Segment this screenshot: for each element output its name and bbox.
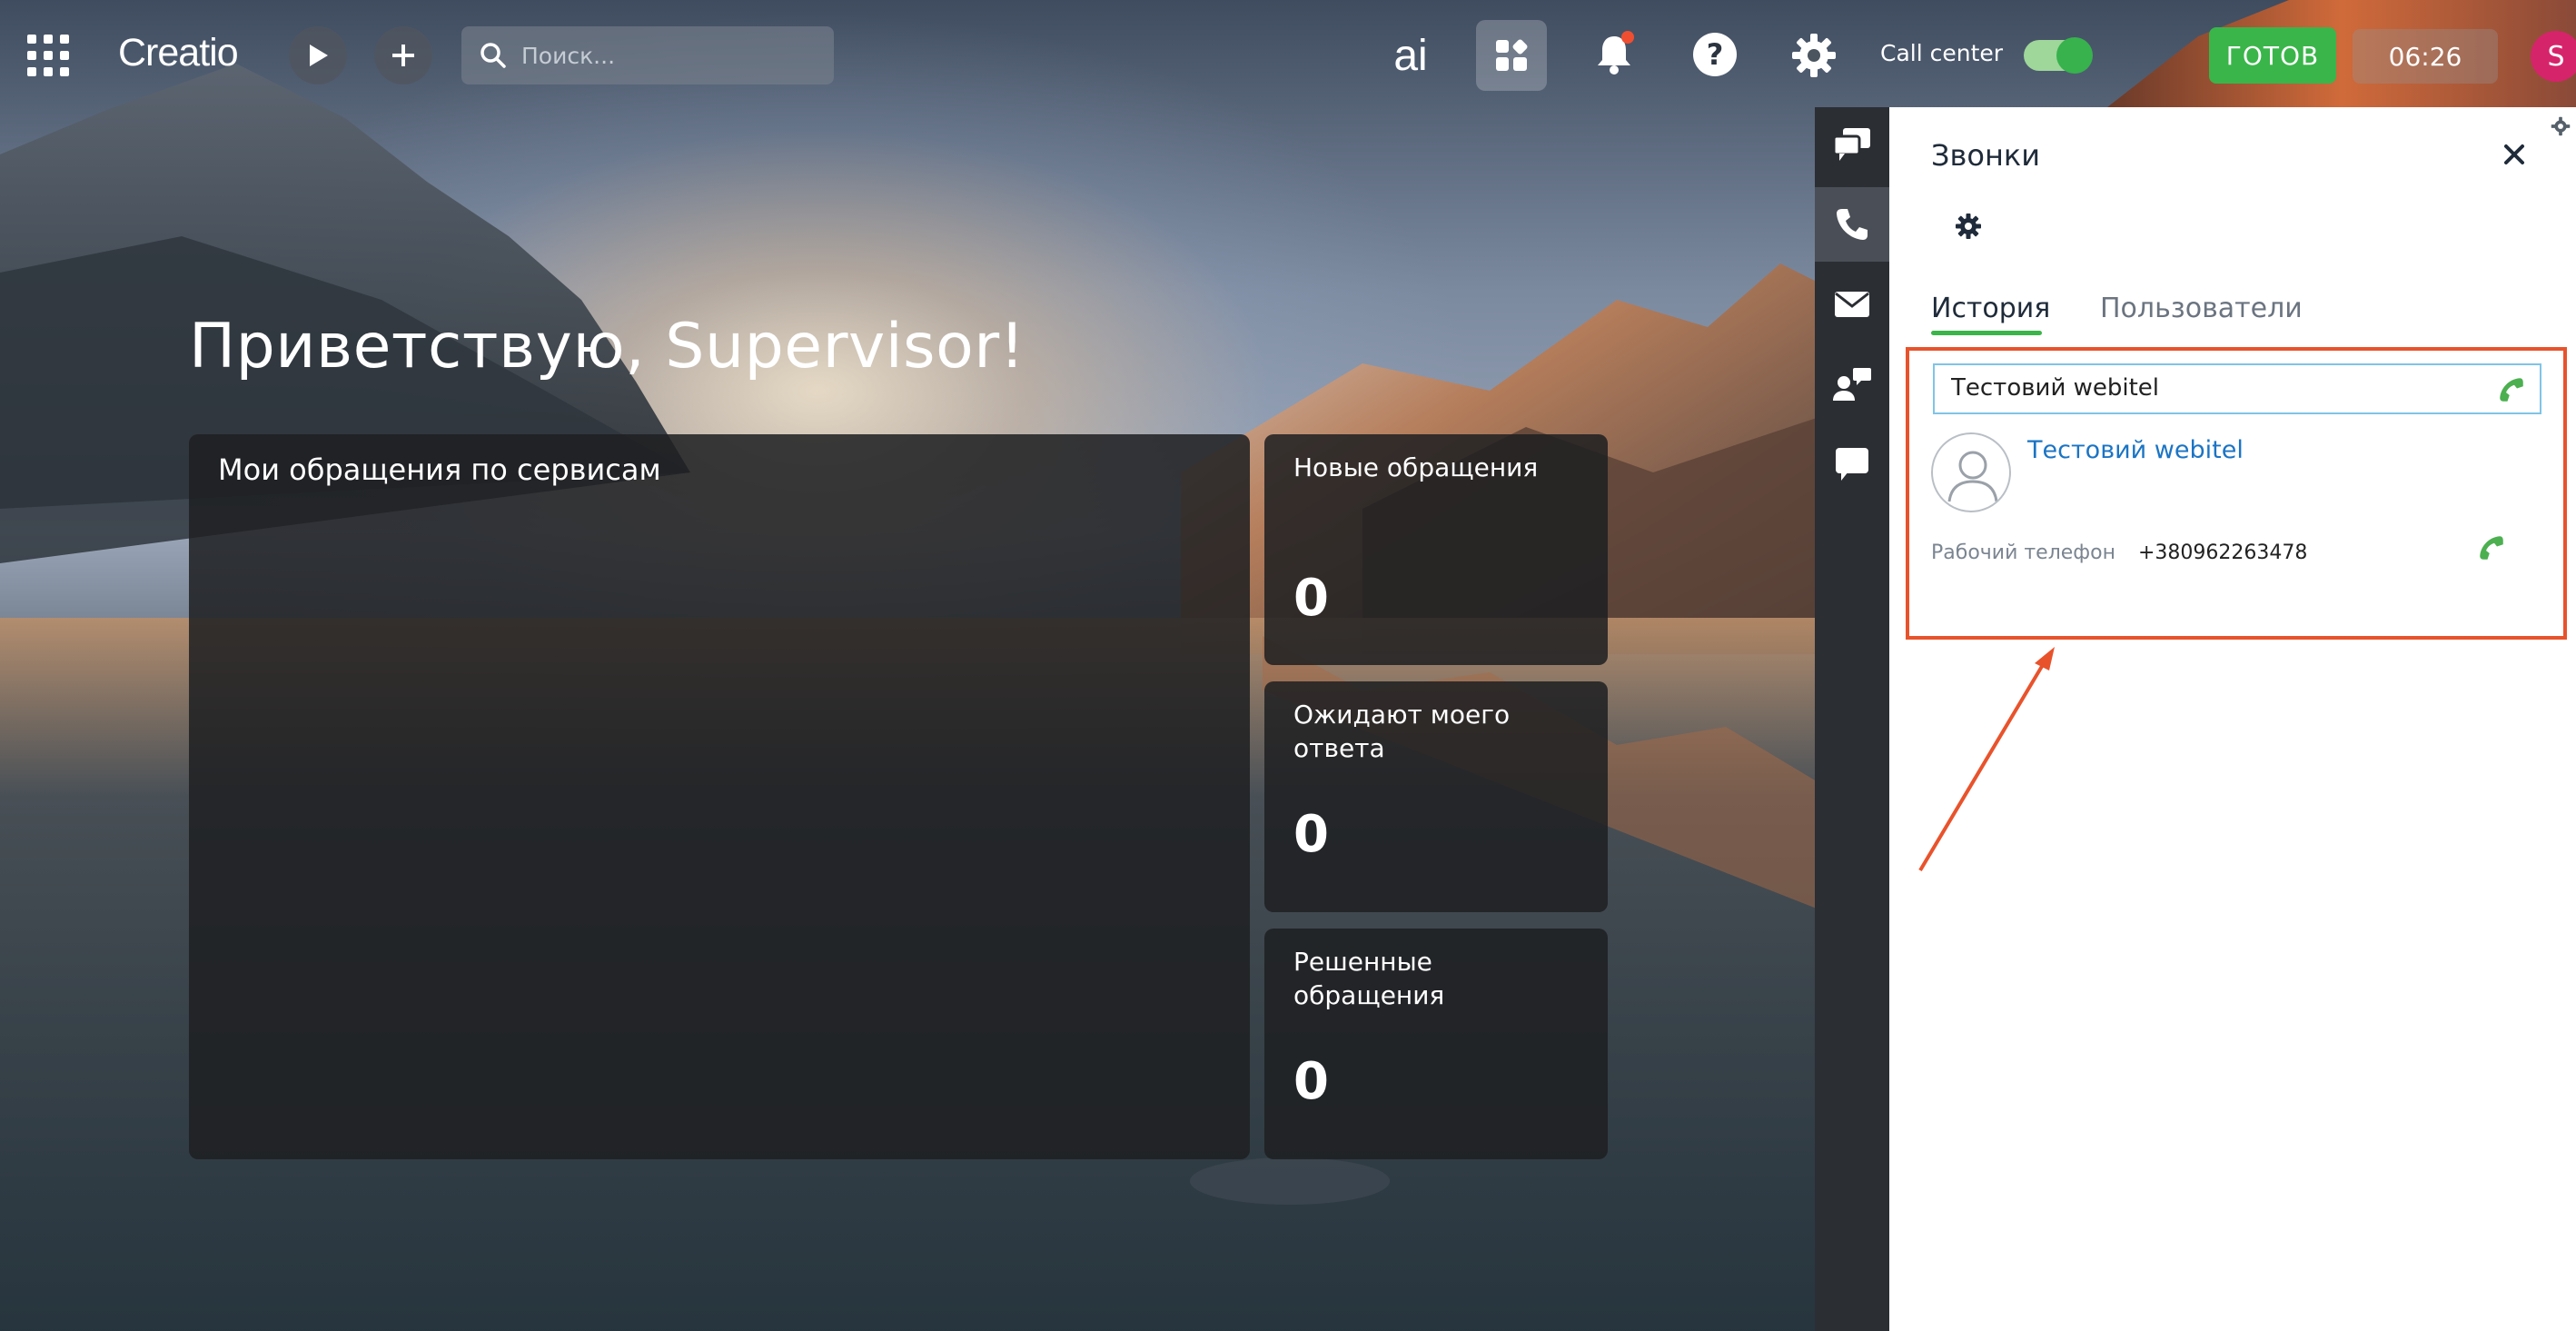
metric-label: Ожидают моего ответа (1293, 700, 1511, 763)
gear-icon (1792, 34, 1836, 77)
close-panel-button[interactable] (2496, 136, 2532, 173)
dashboards-button[interactable] (1476, 20, 1547, 91)
panel-title: Звонки (1931, 138, 2040, 173)
contact-chat-icon (1833, 368, 1871, 401)
add-record-button[interactable] (374, 26, 432, 84)
creatio-logo[interactable]: Creatio (118, 31, 239, 75)
play-icon (310, 45, 328, 66)
panel-settings-button[interactable] (1955, 213, 1982, 240)
metric-awaiting-response[interactable]: Ожидают моего ответа 0 (1264, 681, 1608, 912)
communication-panel-strip (1815, 107, 1889, 1331)
apps-grid-icon[interactable] (25, 33, 71, 78)
status-timer: 06:26 (2353, 29, 2498, 84)
ai-assistant-icon[interactable]: ai (1381, 27, 1441, 84)
gear-icon (1956, 214, 1981, 239)
plus-icon (392, 45, 414, 66)
strip-item-calls[interactable] (1815, 187, 1889, 262)
svg-text:?: ? (1707, 37, 1724, 72)
strip-item-email[interactable] (1815, 267, 1889, 342)
strip-item-chats[interactable] (1815, 107, 1889, 182)
email-icon (1835, 292, 1869, 317)
global-search[interactable] (461, 26, 834, 84)
search-input[interactable] (521, 42, 821, 69)
help-button[interactable]: ? (1688, 27, 1742, 82)
user-avatar[interactable]: S (2531, 31, 2576, 82)
top-bar: Creatio ai ? (0, 0, 2576, 107)
panel-corner-settings[interactable] (2551, 116, 2571, 136)
message-icon (1836, 448, 1868, 481)
search-icon (481, 43, 506, 68)
metric-value: 0 (1293, 805, 1329, 864)
notifications-button[interactable] (1585, 25, 1643, 84)
dashboard-icon (1496, 39, 1528, 71)
metric-resolved-requests[interactable]: Решенные обращения 0 (1264, 929, 1608, 1159)
metric-new-requests[interactable]: Новые обращения 0 (1264, 434, 1608, 665)
strip-item-messages[interactable] (1815, 427, 1889, 502)
tab-history[interactable]: История (1931, 293, 2050, 324)
settings-button[interactable] (1786, 27, 1842, 84)
call-center-toggle[interactable] (2024, 37, 2093, 74)
call-center-label: Call center (1880, 40, 2004, 66)
notification-dot (1621, 31, 1634, 44)
annotation-highlight-box (1906, 347, 2567, 640)
close-icon (2504, 144, 2524, 164)
service-requests-widget: Мои обращения по сервисам (189, 434, 1250, 1159)
tab-users[interactable]: Пользователи (2100, 293, 2303, 324)
phone-icon (1837, 209, 1868, 240)
gear-icon (2551, 116, 2571, 136)
strip-item-contact-chat[interactable] (1815, 347, 1889, 422)
active-tab-indicator (1931, 331, 2042, 335)
metric-value: 0 (1293, 569, 1329, 628)
metric-label: Новые обращения (1293, 452, 1539, 482)
agent-status-button[interactable]: ГОТОВ (2209, 27, 2336, 84)
chat-icon (1832, 128, 1870, 161)
help-icon: ? (1693, 33, 1737, 76)
toggle-knob (2056, 37, 2093, 74)
calls-panel: Звонки История Пользователи (1889, 107, 2576, 1331)
widget-title: Мои обращения по сервисам (218, 452, 661, 487)
page-greeting: Приветствую, Supervisor! (189, 311, 1025, 382)
metric-value: 0 (1293, 1052, 1329, 1111)
run-process-button[interactable] (289, 26, 347, 84)
metric-label: Решенные обращения (1293, 947, 1445, 1010)
